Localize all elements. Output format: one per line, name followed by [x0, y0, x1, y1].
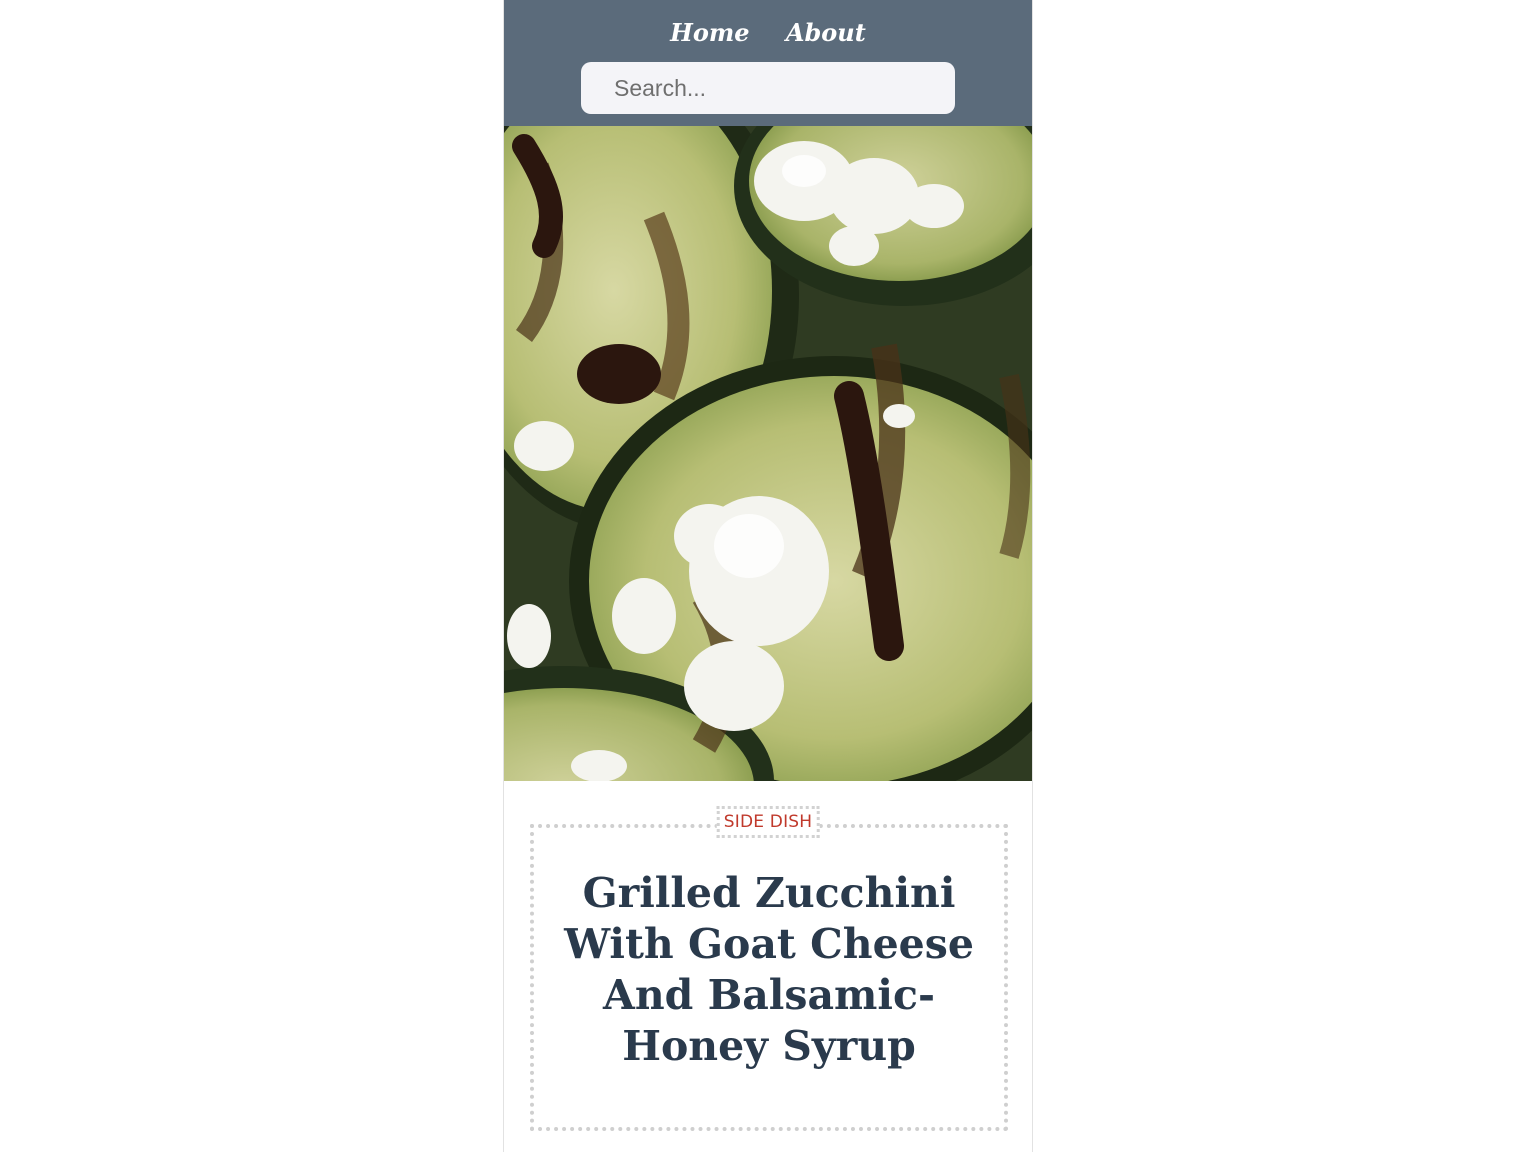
hero-image: [504, 126, 1032, 781]
nav-about-link[interactable]: About: [786, 18, 866, 47]
search-input[interactable]: [581, 62, 955, 114]
nav-home-link[interactable]: Home: [670, 18, 749, 47]
post-title[interactable]: Grilled Zucchini With Goat Cheese And Ba…: [544, 868, 994, 1072]
mobile-page: Home About Search... SIDE DISH Grilled Z…: [503, 0, 1033, 1152]
zucchini-photo: [504, 126, 1032, 781]
category-badge[interactable]: SIDE DISH: [716, 806, 820, 838]
main-nav: Home About: [504, 18, 1032, 47]
site-header: Home About: [504, 0, 1032, 126]
